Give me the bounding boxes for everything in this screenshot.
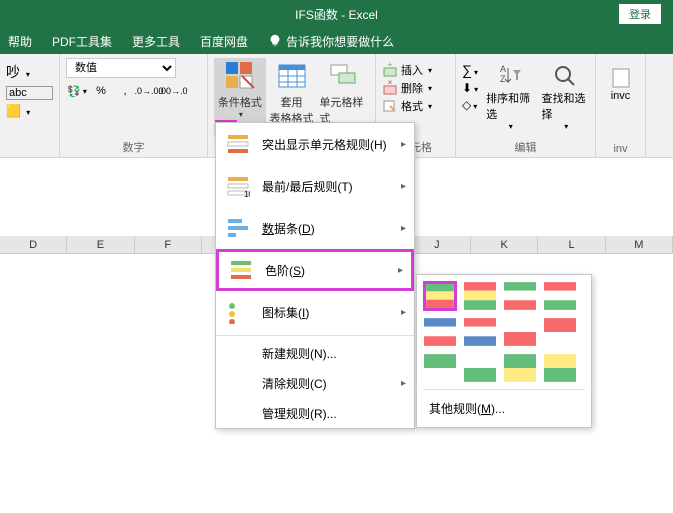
scale-rwg[interactable] — [543, 281, 577, 311]
scale-gw[interactable] — [423, 353, 457, 383]
color-scales-icon — [229, 258, 253, 282]
format-button[interactable]: 格式▾ — [382, 98, 449, 114]
scale-gwr[interactable] — [503, 281, 537, 311]
autosum-icon[interactable]: ∑▾ — [462, 62, 478, 78]
highlight-rules-icon — [226, 132, 250, 156]
format-icon — [382, 98, 398, 114]
cell-styles-icon — [327, 60, 359, 92]
chevron-right-icon: ▸ — [401, 139, 406, 150]
accounting-format-icon[interactable]: 💱▾ — [66, 81, 88, 101]
tell-me-label: 告诉我你想要做什么 — [286, 33, 394, 50]
clear-rules-item[interactable]: 清除规则(C)▸ — [216, 368, 414, 398]
chevron-right-icon: ▸ — [401, 307, 406, 318]
chevron-right-icon: ▸ — [401, 378, 406, 389]
percent-icon[interactable]: % — [90, 81, 112, 101]
scale-gyr[interactable] — [423, 281, 457, 311]
menu-bar: 帮助 PDF工具集 更多工具 百度网盘 告诉我你想要做什么 — [0, 28, 673, 54]
number-group-label: 数字 — [123, 139, 145, 155]
data-bars-item[interactable]: 数据条(D) ▸ — [216, 207, 414, 249]
menu-pdf[interactable]: PDF工具集 — [52, 33, 112, 50]
scale-ryg[interactable] — [463, 281, 497, 311]
chevron-right-icon: ▸ — [398, 265, 403, 276]
col-header[interactable]: M — [606, 236, 673, 253]
new-rule-item[interactable]: 新建规则(N)... — [216, 338, 414, 368]
col-header[interactable]: E — [67, 236, 134, 253]
chevron-down-icon: ▾ — [239, 110, 243, 119]
svg-text:A: A — [500, 64, 506, 74]
font-color-icon[interactable]: 吵 ▾ — [6, 62, 53, 82]
editing-group: ∑▾ ⬇▾ ◇▾ AZ 排序和筛选▾ 查找和选择▾ 编辑 — [456, 54, 596, 157]
chevron-right-icon: ▸ — [401, 181, 406, 192]
delete-button[interactable]: × 删除▾ — [382, 80, 449, 96]
sort-filter-button[interactable]: AZ 排序和筛选▾ — [486, 62, 533, 131]
clear-icon[interactable]: ◇▾ — [462, 98, 478, 112]
scale-rwb[interactable] — [463, 317, 497, 347]
bulb-icon — [268, 34, 282, 48]
scale-yg[interactable] — [543, 353, 577, 383]
col-header[interactable]: K — [471, 236, 538, 253]
app-title: IFS函数 - Excel — [295, 6, 378, 23]
decrease-decimal-icon[interactable]: .00→.0 — [162, 81, 184, 101]
find-icon — [551, 62, 579, 90]
col-header[interactable]: L — [538, 236, 605, 253]
manage-rules-item[interactable]: 管理规则(R)... — [216, 398, 414, 428]
sort-filter-icon: AZ — [496, 62, 524, 90]
font-group: 吵 ▾ abc 🟨 ▾ — [0, 54, 60, 157]
icon-sets-icon — [226, 300, 250, 324]
scale-wr[interactable] — [503, 317, 537, 347]
scale-rw[interactable] — [543, 317, 577, 347]
menu-help[interactable]: 帮助 — [8, 33, 32, 50]
addin-group: invc inv — [596, 54, 646, 157]
conditional-formatting-menu: 突出显示单元格规则(H) ▸ 10 最前/最后规则(T) ▸ 数据条(D) ▸ … — [215, 122, 415, 429]
number-group: 数值 💱▾ % , .0→.00 .00→.0 数字 — [60, 54, 208, 157]
table-icon — [276, 60, 308, 92]
scale-bwr[interactable] — [423, 317, 457, 347]
top-rules-icon: 10 — [226, 174, 250, 198]
svg-text:×: × — [388, 80, 393, 87]
scale-wg[interactable] — [463, 353, 497, 383]
insert-button[interactable]: + 插入▾ — [382, 62, 449, 78]
scale-gy[interactable] — [503, 353, 537, 383]
fill-color-icon[interactable]: 🟨 ▾ — [6, 104, 53, 118]
number-format-select[interactable]: 数值 — [66, 58, 176, 78]
col-header[interactable]: F — [135, 236, 202, 253]
color-scales-gallery: 其他规则(M)... — [416, 274, 592, 428]
menu-baidu[interactable]: 百度网盘 — [200, 33, 248, 50]
invoice-button[interactable]: invc — [602, 66, 639, 102]
data-bars-icon — [226, 216, 250, 240]
delete-icon: × — [382, 80, 398, 96]
tell-me[interactable]: 告诉我你想要做什么 — [268, 33, 394, 50]
insert-icon: + — [382, 62, 398, 78]
highlight-cells-rules-item[interactable]: 突出显示单元格规则(H) ▸ — [216, 123, 414, 165]
find-select-button[interactable]: 查找和选择▾ — [542, 62, 589, 131]
more-color-scale-rules[interactable]: 其他规则(M)... — [423, 396, 585, 421]
showphonetic-icon[interactable]: abc — [6, 86, 53, 100]
editing-group-label: 编辑 — [515, 139, 537, 155]
svg-text:+: + — [388, 62, 393, 69]
login-button[interactable]: 登录 — [619, 4, 661, 24]
top-bottom-rules-item[interactable]: 10 最前/最后规则(T) ▸ — [216, 165, 414, 207]
invoice-icon — [609, 66, 633, 90]
chevron-right-icon: ▸ — [401, 223, 406, 234]
icon-sets-item[interactable]: 图标集(I) ▸ — [216, 291, 414, 333]
title-bar: IFS函数 - Excel 登录 — [0, 0, 673, 28]
col-header[interactable]: D — [0, 236, 67, 253]
svg-text:10: 10 — [244, 190, 250, 198]
conditional-formatting-icon — [224, 60, 256, 92]
increase-decimal-icon[interactable]: .0→.00 — [138, 81, 160, 101]
fill-icon[interactable]: ⬇▾ — [462, 81, 478, 95]
color-scales-item[interactable]: 色阶(S) ▸ — [216, 249, 414, 291]
comma-icon[interactable]: , — [114, 81, 136, 101]
menu-more[interactable]: 更多工具 — [132, 33, 180, 50]
